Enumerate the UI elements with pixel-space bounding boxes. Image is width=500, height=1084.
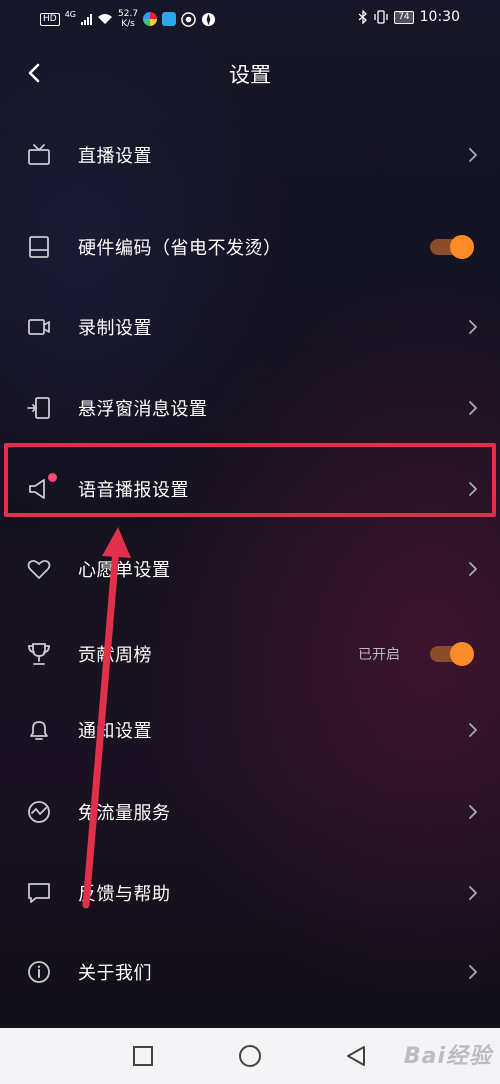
settings-item-label: 心愿单设置: [78, 560, 171, 581]
settings-item-label: 免流量服务: [78, 803, 171, 824]
app-notification-icon: [181, 11, 196, 27]
settings-item-about[interactable]: 关于我们: [0, 932, 500, 1012]
page-title: 设置: [229, 63, 271, 87]
camera-icon: [28, 319, 50, 335]
chevron-right-icon: [469, 723, 478, 737]
system-nav-bar: Bai经验: [0, 1028, 500, 1084]
settings-item-label: 贡献周榜: [78, 645, 152, 666]
wifi-icon: [98, 14, 112, 24]
settings-item-label: 关于我们: [78, 963, 152, 984]
recents-square-icon[interactable]: [131, 1044, 155, 1068]
back-triangle-icon[interactable]: [344, 1044, 368, 1068]
toggle-knob: [450, 642, 474, 666]
settings-item-data-free[interactable]: 免流量服务: [0, 772, 500, 852]
watermark: Bai经验: [403, 1044, 492, 1069]
app-notification-icon: [143, 12, 158, 26]
network-speed: 52.7 K/s: [118, 9, 138, 29]
settings-item-live[interactable]: 直播设置: [0, 115, 500, 195]
home-circle-icon[interactable]: [238, 1044, 262, 1068]
app-notification-icon: [162, 12, 177, 26]
settings-item-label: 通知设置: [78, 721, 152, 742]
chevron-right-icon: [469, 482, 478, 496]
status-left: HD 4G 52.7 K/s: [40, 9, 216, 29]
clock: 10:30: [419, 9, 460, 25]
speed-unit: K/s: [121, 19, 135, 29]
info-icon: [28, 961, 50, 983]
toggle-status-text: 已开启: [358, 647, 400, 663]
settings-item-feedback[interactable]: 反馈与帮助: [0, 853, 500, 933]
floating-window-icon: [27, 397, 50, 419]
page-header: 设置: [0, 40, 500, 106]
bell-icon: [30, 721, 48, 740]
settings-item-label: 硬件编码（省电不发烫）: [78, 238, 282, 259]
network-type: 4G: [64, 9, 76, 19]
settings-item-label: 录制设置: [78, 318, 152, 339]
signal-icon: [81, 13, 92, 25]
chevron-right-icon: [469, 965, 478, 979]
app-notification-icon: [201, 12, 216, 26]
message-icon: [28, 883, 50, 903]
weekly-ranking-toggle[interactable]: [430, 642, 474, 666]
trophy-icon: [28, 643, 50, 665]
status-right: 74 10:30: [358, 9, 460, 25]
settings-item-wishlist[interactable]: 心愿单设置: [0, 529, 500, 609]
badge-dot: [48, 473, 57, 482]
hardware-encoding-toggle[interactable]: [430, 235, 474, 259]
settings-item-voice-broadcast[interactable]: 语音播报设置: [0, 449, 500, 529]
bluetooth-icon: [358, 10, 368, 24]
chevron-right-icon: [469, 320, 478, 334]
settings-item-notifications[interactable]: 通知设置: [0, 690, 500, 770]
settings-item-label: 反馈与帮助: [78, 884, 171, 905]
chevron-right-icon: [469, 805, 478, 819]
traffic-icon: [28, 801, 50, 823]
chevron-right-icon: [469, 886, 478, 900]
heart-icon: [27, 559, 51, 579]
tv-icon: [28, 144, 50, 165]
settings-item-label: 直播设置: [78, 146, 152, 167]
settings-item-label: 语音播报设置: [78, 480, 189, 501]
settings-item-recording[interactable]: 录制设置: [0, 287, 500, 367]
vibrate-icon: [374, 10, 388, 24]
toggle-knob: [450, 235, 474, 259]
settings-item-label: 悬浮窗消息设置: [78, 399, 208, 420]
chevron-right-icon: [469, 401, 478, 415]
chevron-right-icon: [469, 562, 478, 576]
speed-value: 52.7: [118, 9, 139, 19]
status-bar: HD 4G 52.7 K/s 74 10:30: [0, 0, 500, 38]
settings-item-floating-window[interactable]: 悬浮窗消息设置: [0, 368, 500, 448]
panel-icon: [29, 236, 49, 258]
settings-item-weekly-ranking: 贡献周榜 已开启: [0, 614, 500, 694]
hd-badge: HD: [40, 12, 60, 26]
battery-icon: 74: [394, 10, 414, 24]
settings-item-hardware-encoding: 硬件编码（省电不发烫）: [0, 207, 500, 287]
settings-screen: HD 4G 52.7 K/s 74 10:30 设置 直播设置 硬件编码（省电不…: [0, 0, 500, 1028]
chevron-right-icon: [469, 148, 478, 162]
